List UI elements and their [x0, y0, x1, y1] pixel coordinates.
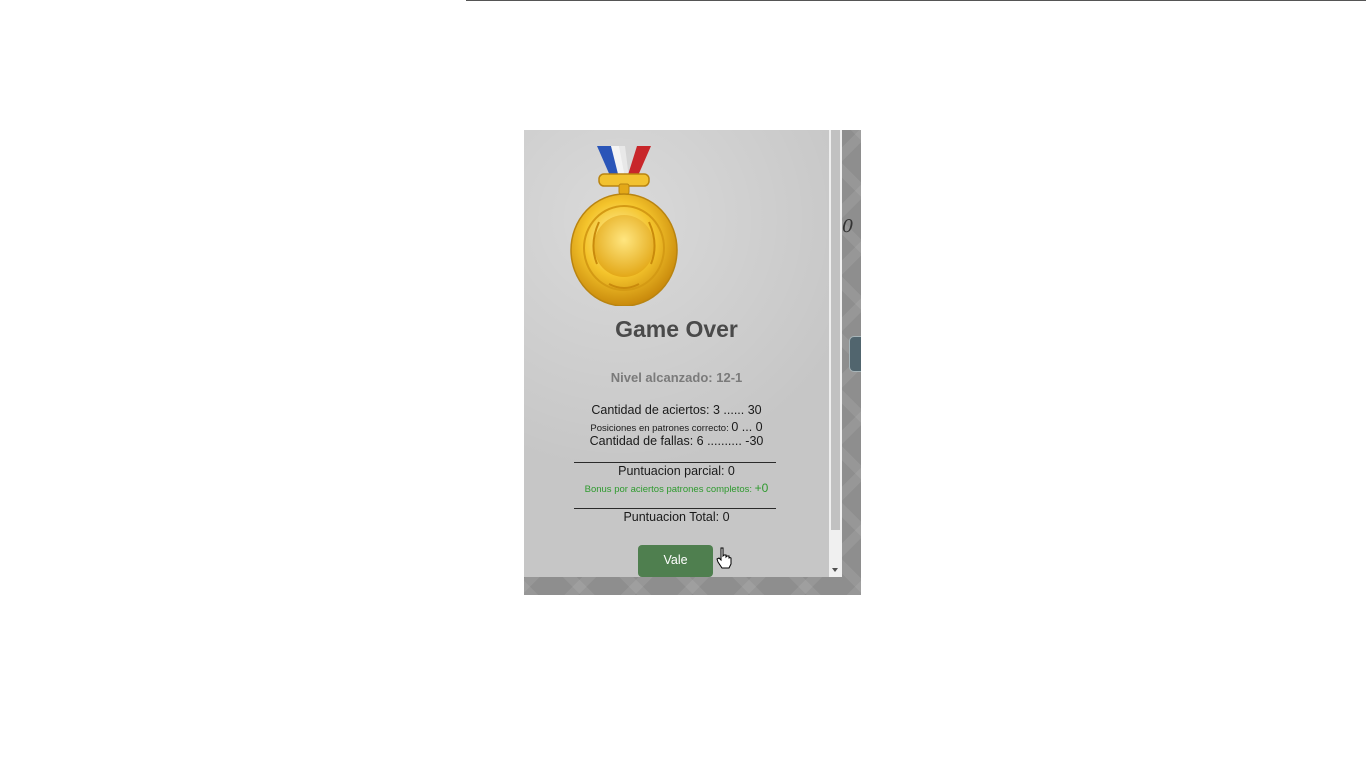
gold-medal-icon [570, 146, 678, 306]
background-score-digit: 0 [842, 216, 854, 237]
pattern-positions-value: 0 ... 0 [731, 420, 763, 434]
partial-score-text: Puntuacion parcial: 0 [618, 464, 735, 478]
vale-button[interactable]: Vale [638, 545, 713, 577]
game-over-dialog: Game Over Nivel alcanzado: 12-1 Cantidad… [524, 130, 842, 577]
top-divider-line [466, 0, 1366, 1]
bonus-value: +0 [754, 481, 769, 495]
game-window: 0 Game Over Nivel alcanzado: 12-1 Cantid… [524, 130, 861, 595]
pattern-positions-label: Posiciones en patrones correcto: [590, 423, 729, 434]
background-side-button[interactable] [849, 336, 861, 372]
level-reached-text: Nivel alcanzado: 12-1 [610, 370, 743, 385]
misses-count-text: Cantidad de fallas: 6 .......... -30 [589, 434, 764, 448]
scroll-down-arrow-icon[interactable] [832, 568, 838, 572]
modal-scrollbar[interactable] [829, 130, 842, 577]
total-score-text: Puntuacion Total: 0 [623, 510, 730, 524]
pattern-positions-row: Posiciones en patrones correcto: 0 ... 0 [524, 420, 829, 434]
hits-count-text: Cantidad de aciertos: 3 ...... 30 [591, 403, 762, 417]
bonus-row: Bonus por aciertos patrones completos: +… [524, 481, 829, 495]
scrollbar-thumb[interactable] [831, 130, 840, 530]
hand-pointer-icon [716, 547, 732, 569]
game-over-title: Game Over [615, 316, 738, 342]
divider [574, 508, 776, 509]
bonus-label: Bonus por aciertos patrones completos: [584, 484, 753, 495]
divider [574, 462, 776, 463]
